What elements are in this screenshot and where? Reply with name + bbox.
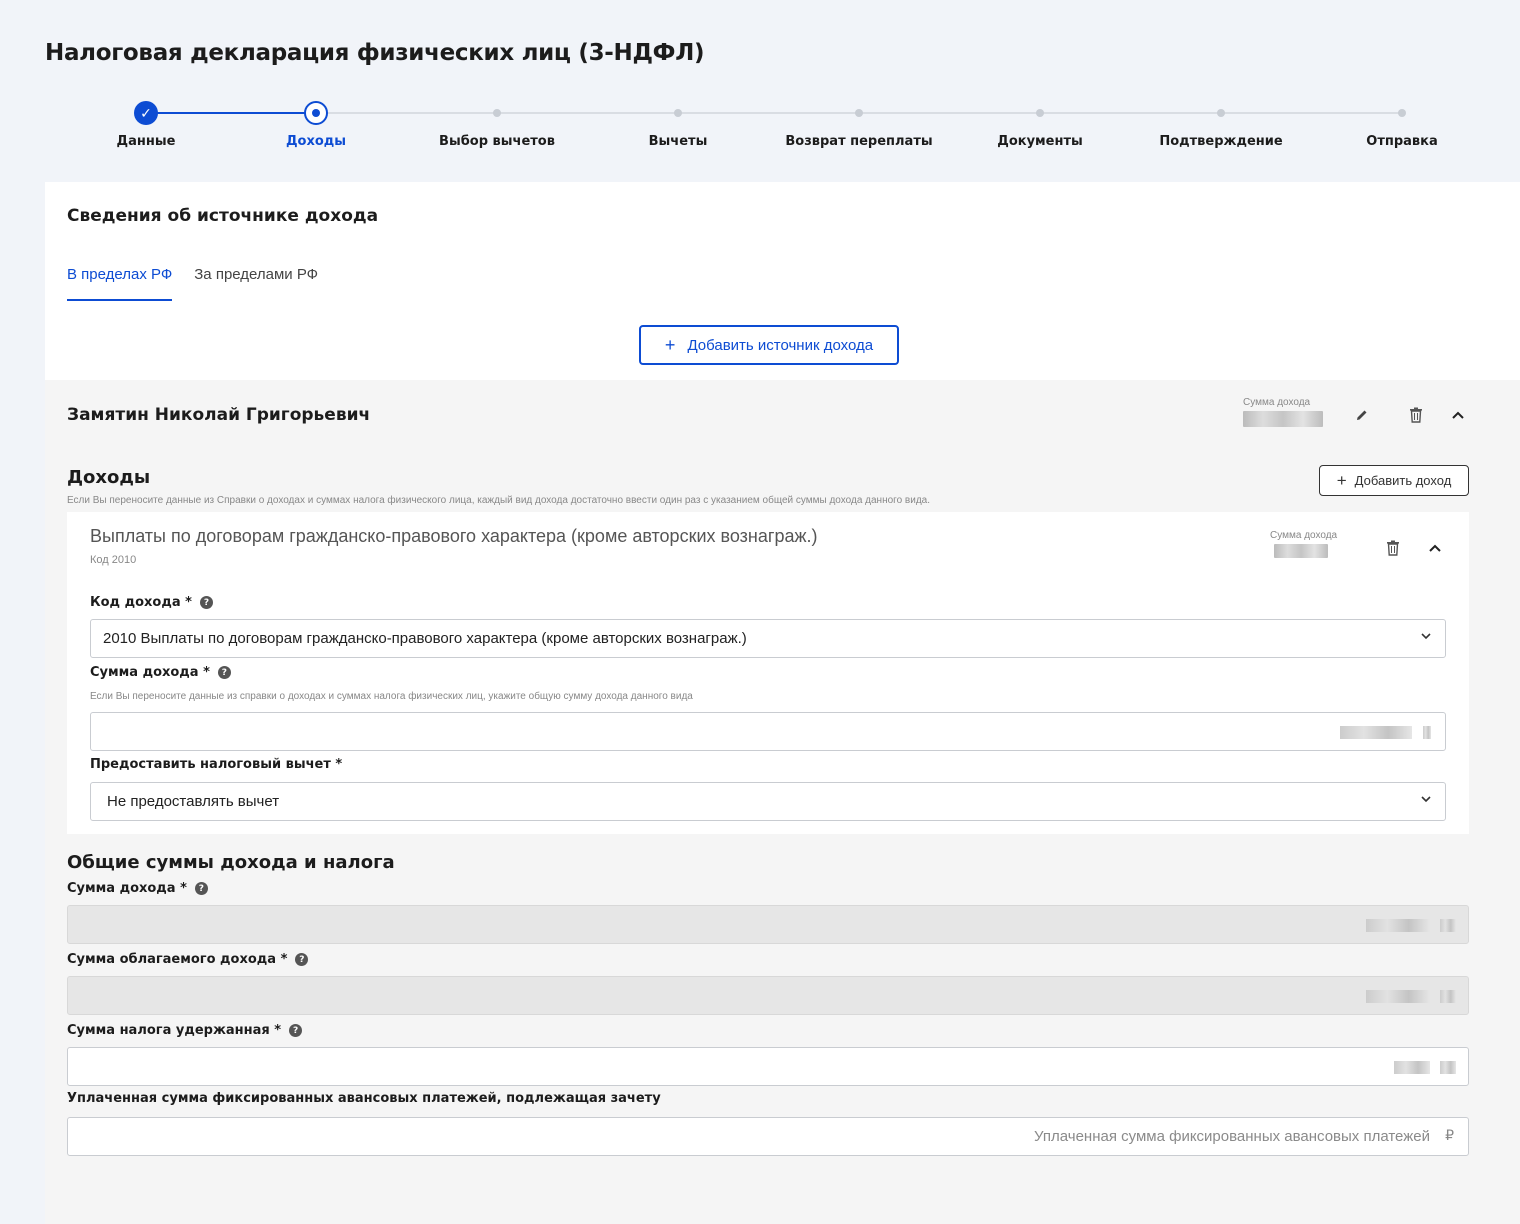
tax-withheld-label-text: Сумма налога удержанная *: [67, 1023, 282, 1038]
tax-withheld-input[interactable]: [67, 1047, 1469, 1086]
step-refund[interactable]: Возврат переплаты: [769, 100, 949, 149]
income-sum-input[interactable]: [90, 712, 1446, 751]
help-icon[interactable]: ?: [289, 1024, 303, 1037]
advance-payments-input[interactable]: Уплаченная сумма фиксированных авансовых…: [67, 1117, 1469, 1156]
section-title: Сведения об источнике дохода: [67, 206, 379, 226]
region-tabs: В пределах РФ За пределами РФ: [67, 266, 318, 301]
sum-value-redacted: [1340, 726, 1412, 739]
employer-name: Замятин Николай Григорьевич: [67, 405, 371, 425]
trash-icon[interactable]: [1404, 403, 1428, 427]
source-header: Сведения об источнике дохода В пределах …: [45, 182, 1520, 380]
help-icon[interactable]: ?: [194, 882, 208, 895]
currency-redacted: [1423, 726, 1431, 739]
step-label: Данные: [116, 134, 176, 149]
income-item-code: Код 2010: [90, 554, 137, 566]
step-label: Выбор вычетов: [439, 134, 555, 149]
deduction-value: Не предоставлять вычет: [107, 793, 280, 810]
taxable-income-label: Сумма облагаемого дохода * ?: [67, 952, 309, 967]
progress-stepper: ✓ Данные Доходы Выбор вычетов Вычеты Воз…: [0, 100, 1520, 160]
page-title: Налоговая декларация физических лиц (3-Н…: [45, 40, 705, 66]
deduction-select[interactable]: Не предоставлять вычет: [90, 782, 1446, 821]
advance-payments-label-text: Уплаченная сумма фиксированных авансовых…: [67, 1091, 661, 1106]
income-code-label-text: Код дохода *: [90, 595, 192, 610]
currency-redacted: [1440, 1061, 1456, 1074]
step-submit[interactable]: Отправка: [1312, 100, 1492, 149]
help-icon[interactable]: ?: [217, 666, 231, 679]
employer-sum: Сумма дохода: [1243, 397, 1323, 427]
deduction-label: Предоставить налоговый вычет *: [90, 757, 342, 772]
add-income-source-label: Добавить источник дохода: [687, 336, 874, 354]
step-dot-icon: [493, 109, 501, 117]
tax-withheld-label: Сумма налога удержанная * ?: [67, 1023, 303, 1038]
income-item-sum: Сумма дохода: [1270, 530, 1350, 558]
incomes-title: Доходы: [67, 467, 151, 488]
step-label: Вычеты: [648, 134, 708, 149]
step-dot-icon: [855, 109, 863, 117]
step-dot-icon: [674, 109, 682, 117]
step-label: Доходы: [285, 134, 347, 149]
sum-value-redacted: [1274, 544, 1328, 558]
income-sum-hint: Если Вы переносите данные из справки о д…: [90, 691, 693, 702]
add-income-label: Добавить доход: [1354, 473, 1452, 488]
income-code-select[interactable]: 2010 Выплаты по договорам гражданско-пра…: [90, 619, 1446, 658]
chevron-down-icon: [1421, 796, 1431, 803]
plus-icon: +: [664, 334, 676, 355]
incomes-hint: Если Вы переносите данные из Справки о д…: [67, 495, 931, 506]
sum-value-redacted: [1366, 919, 1430, 932]
step-data[interactable]: ✓ Данные: [56, 100, 236, 149]
step-incomes[interactable]: Доходы: [226, 100, 406, 149]
step-dot-icon: [1036, 109, 1044, 117]
step-deductions[interactable]: Вычеты: [588, 100, 768, 149]
step-confirmation[interactable]: Подтверждение: [1131, 100, 1311, 149]
plus-icon: +: [1336, 470, 1347, 490]
sum-caption: Сумма дохода: [1270, 530, 1338, 541]
add-income-button[interactable]: + Добавить доход: [1319, 465, 1469, 496]
ruble-icon: ₽: [1445, 1127, 1454, 1143]
income-code-value: 2010 Выплаты по договорам гражданско-пра…: [103, 630, 747, 647]
income-item-title: Выплаты по договорам гражданско-правовог…: [90, 526, 818, 546]
sum-value-redacted: [1394, 1061, 1430, 1074]
tab-outside-rf[interactable]: За пределами РФ: [194, 266, 318, 301]
income-sum-label: Сумма дохода * ?: [90, 665, 231, 680]
current-step-icon: [304, 101, 328, 125]
total-income-label: Сумма дохода * ?: [67, 881, 208, 896]
chevron-up-icon[interactable]: [1446, 403, 1470, 427]
step-label: Отправка: [1366, 134, 1438, 149]
totals-title: Общие суммы дохода и налога: [67, 852, 395, 873]
add-income-source-button[interactable]: + Добавить источник дохода: [639, 325, 899, 365]
income-source-card: Сведения об источнике дохода В пределах …: [45, 182, 1520, 1224]
sum-value-redacted: [1243, 411, 1323, 427]
help-icon[interactable]: ?: [295, 953, 309, 966]
step-dot-icon: [1217, 109, 1225, 117]
deduction-label-text: Предоставить налоговый вычет *: [90, 757, 343, 772]
step-label: Возврат переплаты: [785, 134, 933, 149]
sum-value-redacted: [1366, 990, 1430, 1003]
tab-within-rf[interactable]: В пределах РФ: [67, 266, 173, 301]
income-item-card: Выплаты по договорам гражданско-правовог…: [67, 512, 1469, 834]
step-documents[interactable]: Документы: [950, 100, 1130, 149]
taxable-income-input: [67, 976, 1469, 1015]
income-sum-label-text: Сумма дохода *: [90, 665, 210, 680]
income-code-label: Код дохода * ?: [90, 595, 213, 610]
edit-icon[interactable]: [1350, 403, 1374, 427]
currency-redacted: [1440, 990, 1456, 1003]
advance-payments-label: Уплаченная сумма фиксированных авансовых…: [67, 1091, 661, 1106]
total-income-label-text: Сумма дохода *: [67, 881, 187, 896]
check-icon: ✓: [134, 101, 158, 125]
trash-icon[interactable]: [1381, 536, 1405, 560]
advance-payments-placeholder: Уплаченная сумма фиксированных авансовых…: [1034, 1128, 1430, 1145]
total-income-input: [67, 905, 1469, 944]
chevron-down-icon: [1421, 633, 1431, 640]
sum-caption: Сумма дохода: [1243, 397, 1311, 408]
taxable-income-label-text: Сумма облагаемого дохода *: [67, 952, 288, 967]
chevron-up-icon[interactable]: [1423, 536, 1447, 560]
help-icon[interactable]: ?: [199, 596, 213, 609]
step-dot-icon: [1398, 109, 1406, 117]
step-label: Документы: [997, 134, 1083, 149]
step-deduction-choice[interactable]: Выбор вычетов: [407, 100, 587, 149]
step-label: Подтверждение: [1159, 134, 1283, 149]
currency-redacted: [1440, 919, 1456, 932]
